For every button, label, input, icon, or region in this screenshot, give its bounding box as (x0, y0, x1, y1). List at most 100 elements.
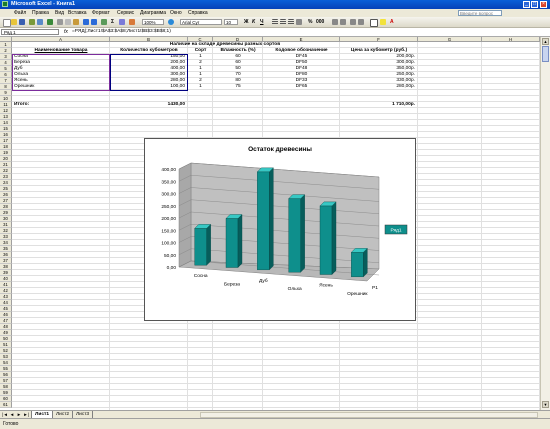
chart-bar-side (206, 223, 211, 266)
menu-view[interactable]: Вид (55, 10, 64, 16)
chart-bar-side (269, 167, 274, 271)
copy-icon[interactable] (65, 19, 71, 25)
spelling-icon[interactable] (47, 19, 53, 25)
percent-icon[interactable]: % (308, 19, 312, 25)
chart-y-tick-label: 400,00 (161, 167, 176, 173)
chart-bar (319, 205, 333, 275)
ask-question-input[interactable]: Введите вопрос (458, 10, 502, 16)
menu-edit[interactable]: Правка (32, 10, 49, 16)
autosum-icon[interactable]: Σ (111, 19, 114, 25)
decrease-decimal-icon[interactable] (340, 19, 346, 25)
undo-icon[interactable] (83, 19, 89, 25)
decrease-indent-icon[interactable] (350, 19, 356, 25)
chart-bar (257, 171, 270, 271)
menu-insert[interactable]: Вставка (68, 10, 87, 16)
zoom-select[interactable]: 100% (142, 19, 164, 25)
chart-x-tick-label: Сосна (194, 273, 208, 279)
menu-help[interactable]: Справка (188, 10, 208, 16)
excel-icon (2, 1, 8, 7)
chart-y-tick-label: 150,00 (161, 228, 176, 234)
menu-tools[interactable]: Сервис (117, 10, 134, 16)
save-icon[interactable] (19, 19, 25, 25)
menu-chart[interactable]: Диаграмма (140, 10, 166, 16)
total-price[interactable]: 1 710,00р. (340, 102, 415, 108)
data-cell[interactable]: 75 (213, 84, 263, 90)
chart-x-tick-label: Ольха (288, 286, 302, 292)
chart-x-tick-label: Ясень (319, 283, 333, 289)
redo-icon[interactable] (91, 19, 97, 25)
increase-indent-icon[interactable] (358, 19, 364, 25)
chart-title: Остаток древесины (248, 146, 312, 153)
chart-area[interactable]: Остаток древесины 0,00 50,00 100,00 150,00 20… (145, 139, 415, 320)
chart-bar (225, 218, 239, 268)
menu-format[interactable]: Формат (92, 10, 110, 16)
increase-decimal-icon[interactable] (332, 19, 338, 25)
paste-icon[interactable] (73, 19, 79, 25)
menu-file[interactable]: Файл (14, 10, 26, 16)
sort-icon[interactable] (119, 19, 125, 25)
open-icon[interactable] (11, 19, 17, 25)
category-range-highlight (12, 54, 110, 91)
fill-color-icon[interactable] (380, 19, 386, 25)
merge-center-icon[interactable] (296, 19, 302, 25)
status-text: Готово (3, 421, 19, 427)
row-header[interactable]: 61 (0, 402, 12, 408)
cut-icon[interactable] (57, 19, 63, 25)
chart-x-tick-label: Береза (224, 282, 240, 288)
italic-icon[interactable]: К (252, 19, 255, 25)
column-header[interactable]: H (482, 37, 540, 42)
scroll-down-icon[interactable]: ▼ (542, 401, 549, 408)
underline-icon[interactable]: Ч (260, 19, 264, 25)
column-header[interactable]: A (12, 37, 110, 42)
column-header[interactable]: F (340, 37, 418, 42)
fx-icon[interactable]: fx (64, 29, 68, 35)
hyperlink-icon[interactable] (101, 19, 107, 25)
align-center-icon[interactable] (280, 19, 286, 25)
chart-object[interactable]: Остаток древесины 0,00 50,00 100,00 150,00 20… (144, 138, 416, 321)
chart-bar-side (237, 214, 243, 268)
column-header[interactable]: G (418, 37, 482, 42)
window-title: Microsoft Excel - Книга1 (11, 1, 76, 7)
chart-wizard-icon[interactable] (129, 19, 135, 25)
chart-y-tick-label: 300,00 (161, 192, 176, 198)
chart-y-tick-label: 350,00 (161, 179, 176, 185)
print-icon[interactable] (29, 19, 35, 25)
align-right-icon[interactable] (288, 19, 294, 25)
font-color-icon[interactable]: A (390, 19, 394, 25)
chart-y-tick-label: 100,00 (161, 241, 176, 247)
close-icon[interactable]: × (540, 1, 547, 8)
menu-bar: Файл Правка Вид Вставка Формат Сервис Ди… (0, 9, 550, 17)
font-name-select[interactable]: Arial Cyr (180, 19, 222, 25)
minimize-icon[interactable]: _ (523, 1, 530, 8)
data-cell[interactable]: DF65 (263, 84, 340, 90)
vertical-scrollbar[interactable]: ▲ ▼ (540, 37, 550, 410)
worksheet-grid[interactable]: A B C D E F G H 1 2 3 4 5 6 7 8 9 10 11 12 13 14 15 16 1… (0, 37, 540, 410)
font-size-select[interactable]: 10 (224, 19, 238, 25)
new-icon[interactable] (3, 19, 11, 27)
scroll-up-icon[interactable]: ▲ (542, 38, 549, 45)
chart-bar (351, 252, 364, 278)
formula-input[interactable]: =РЯД(;Лист1!$A$3:$A$8;Лист1!$B$3:$B$8;1) (72, 29, 171, 34)
bold-icon[interactable]: Ж (244, 19, 249, 25)
menu-window[interactable]: Окно (170, 10, 182, 16)
chart-bar-side (300, 194, 305, 273)
borders-icon[interactable] (370, 19, 378, 27)
name-box[interactable]: Ряд 1 (1, 29, 59, 35)
scroll-thumb[interactable] (542, 46, 549, 62)
chart-bar-side (363, 247, 368, 278)
total-label[interactable]: Итого: (14, 102, 29, 108)
align-left-icon[interactable] (272, 19, 278, 25)
chart-y-tick-label: 0,00 (167, 265, 177, 271)
help-icon[interactable] (168, 19, 174, 25)
total-qty[interactable]: 1430,00 (110, 102, 185, 108)
maximize-icon[interactable]: □ (531, 1, 538, 8)
preview-icon[interactable] (37, 19, 43, 25)
data-cell[interactable]: 1 (188, 84, 213, 90)
data-cell[interactable]: 280,00р. (340, 84, 415, 90)
chart-x-tick-label: Орешник (347, 291, 368, 297)
thousands-icon[interactable]: 000 (316, 19, 324, 25)
chart-y-tick-label: 200,00 (161, 216, 176, 222)
formula-bar: Ряд 1 fx =РЯД(;Лист1!$A$3:$A$8;Лист1!$B$… (0, 28, 550, 37)
chart-depth-label: Р1 (372, 285, 378, 291)
chart-bar (194, 228, 207, 266)
